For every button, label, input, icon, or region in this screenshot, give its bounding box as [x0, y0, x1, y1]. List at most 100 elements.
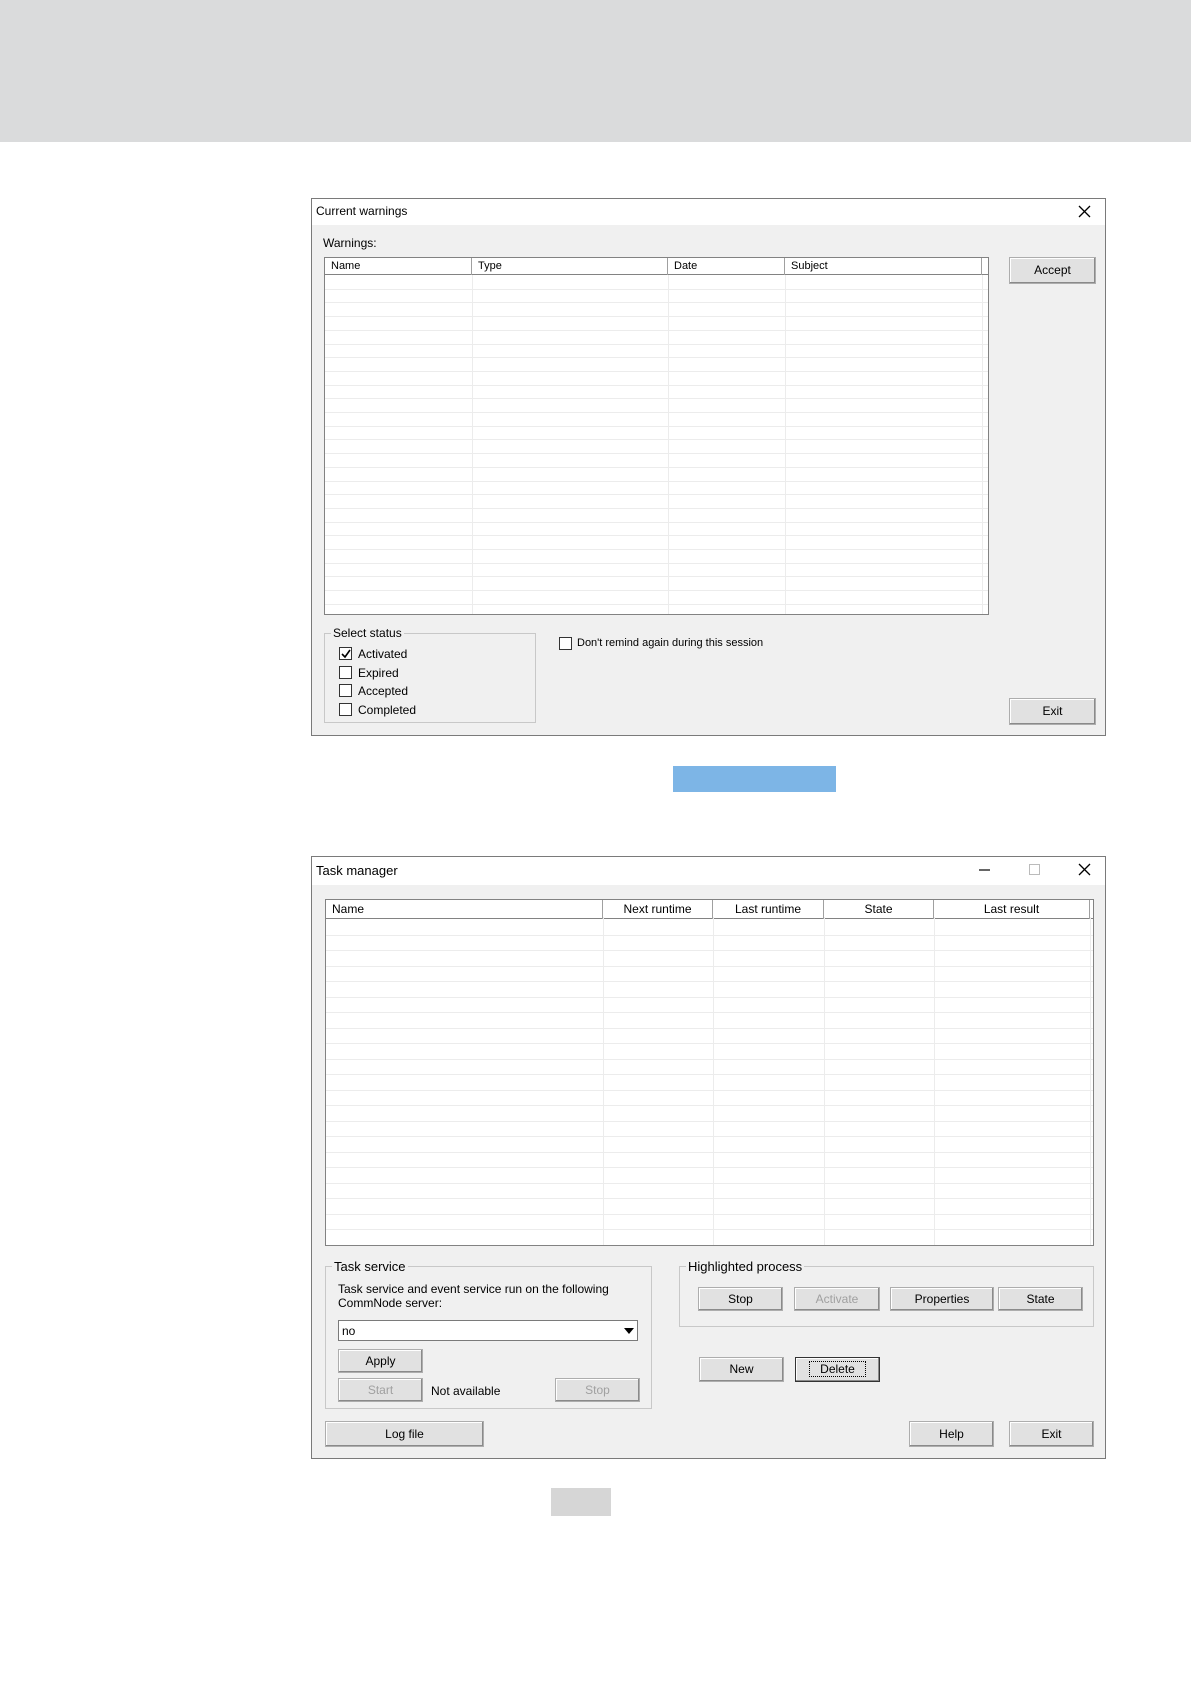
properties-button[interactable]: Properties: [890, 1287, 994, 1311]
warnings-table-header: Name Type Date Subject: [325, 258, 988, 275]
grid-row-line: [325, 384, 988, 386]
activated-label: Activated: [358, 647, 408, 661]
dont-remind-label: Don't remind again during this session: [577, 637, 764, 649]
grid-row-line: [325, 343, 988, 345]
task-exit-button[interactable]: Exit: [1009, 1421, 1094, 1447]
help-button[interactable]: Help: [909, 1421, 994, 1447]
grid-row-line: [325, 288, 988, 290]
grid-row-line: [325, 370, 988, 372]
grid-row-line: [325, 549, 988, 550]
log-file-button-label: Log file: [385, 1427, 424, 1441]
checkmark-icon: [341, 649, 351, 659]
minimize-button[interactable]: [965, 857, 1005, 883]
warnings-exit-button[interactable]: Exit: [1009, 698, 1096, 725]
commnode-server-value: no: [342, 1324, 356, 1338]
activated-checkbox[interactable]: [339, 647, 352, 660]
grid-column-line: [603, 917, 604, 1245]
service-stop-button[interactable]: Stop: [555, 1378, 640, 1402]
service-stop-button-label: Stop: [585, 1383, 610, 1397]
task-title-bar: Task manager: [312, 857, 1105, 885]
close-icon: [1078, 205, 1091, 218]
grid-row-line: [325, 494, 988, 496]
highlighted-process-group: Highlighted process Stop Activate Proper…: [679, 1259, 1094, 1327]
warnings-table[interactable]: Name Type Date Subject: [324, 257, 989, 615]
grid-row-line: [326, 996, 1093, 998]
page-header-band: [0, 0, 1191, 142]
process-stop-button[interactable]: Stop: [698, 1287, 783, 1311]
column-header-next-runtime[interactable]: Next runtime: [603, 900, 713, 919]
warnings-exit-label: Exit: [1042, 704, 1063, 718]
accept-button-label: Accept: [1034, 263, 1071, 277]
expired-checkbox[interactable]: [339, 666, 352, 679]
grid-row-line: [325, 453, 988, 455]
grid-row-line: [325, 603, 988, 605]
accept-button[interactable]: Accept: [1009, 257, 1096, 284]
tasks-table-header: Name Next runtime Last runtime State Las…: [326, 900, 1093, 919]
grid-row-line: [325, 302, 988, 304]
grid-row-line: [326, 965, 1093, 967]
task-service-group: Task service Task service and event serv…: [325, 1259, 652, 1409]
accepted-checkbox[interactable]: [339, 684, 352, 697]
grid-row-line: [325, 357, 988, 359]
grid-column-line: [785, 275, 786, 614]
task-exit-button-label: Exit: [1041, 1427, 1062, 1441]
apply-button-label: Apply: [365, 1354, 396, 1368]
warnings-label: Warnings:: [323, 236, 377, 250]
delete-button[interactable]: Delete: [795, 1357, 880, 1382]
column-header-name[interactable]: Name: [325, 258, 472, 275]
activate-button[interactable]: Activate: [794, 1287, 880, 1311]
help-button-label: Help: [939, 1427, 964, 1441]
commnode-server-select[interactable]: no: [338, 1320, 638, 1341]
grid-row-line: [325, 535, 988, 537]
minimize-icon: [979, 869, 990, 871]
caption-highlight-marker: [673, 766, 836, 792]
state-button[interactable]: State: [998, 1287, 1083, 1311]
grid-row-line: [326, 1043, 1093, 1044]
tasks-table[interactable]: Name Next runtime Last runtime State Las…: [325, 899, 1094, 1246]
grid-row-line: [326, 1105, 1093, 1106]
grid-column-line: [824, 917, 825, 1245]
grid-row-line: [325, 329, 988, 331]
grid-row-line: [326, 1074, 1093, 1075]
grid-row-line: [325, 590, 988, 592]
grid-row-line: [326, 1012, 1093, 1013]
grid-row-line: [326, 950, 1093, 951]
grid-row-line: [325, 425, 988, 427]
grid-row-line: [326, 934, 1093, 936]
warnings-close-button[interactable]: [1065, 199, 1105, 225]
grid-column-line: [982, 275, 983, 614]
task-window-title: Task manager: [316, 863, 398, 878]
grid-row-line: [325, 507, 988, 509]
maximize-button[interactable]: [1015, 857, 1055, 883]
task-service-title: Task service: [332, 1259, 408, 1274]
column-header-date[interactable]: Date: [668, 258, 785, 275]
column-header-last-runtime[interactable]: Last runtime: [713, 900, 824, 919]
dont-remind-checkbox[interactable]: [559, 637, 572, 650]
grid-row-line: [325, 439, 988, 441]
warnings-window-title: Current warnings: [316, 204, 408, 218]
new-button-label: New: [729, 1362, 754, 1376]
grid-row-line: [326, 1120, 1093, 1122]
grid-row-line: [326, 1167, 1093, 1168]
start-button[interactable]: Start: [338, 1378, 423, 1402]
apply-button[interactable]: Apply: [338, 1349, 423, 1373]
column-header-state[interactable]: State: [824, 900, 934, 919]
new-button[interactable]: New: [699, 1357, 784, 1382]
grid-row-line: [326, 1058, 1093, 1060]
task-manager-window: Task manager Name Next runtime Last runt…: [311, 856, 1106, 1459]
column-header-name[interactable]: Name: [326, 900, 603, 919]
log-file-button[interactable]: Log file: [325, 1421, 484, 1447]
grid-column-line: [472, 275, 473, 614]
column-header-type[interactable]: Type: [472, 258, 668, 275]
column-header-subject[interactable]: Subject: [785, 258, 982, 275]
column-header-last-result[interactable]: Last result: [934, 900, 1090, 919]
grid-row-line: [326, 981, 1093, 982]
current-warnings-window: Current warnings Warnings: Name Type Dat…: [311, 198, 1106, 736]
task-service-description: Task service and event service run on th…: [338, 1282, 609, 1310]
grid-row-line: [326, 1198, 1093, 1199]
select-status-title: Select status: [331, 626, 404, 640]
process-stop-label: Stop: [728, 1292, 753, 1306]
task-close-button[interactable]: [1065, 857, 1105, 883]
completed-checkbox[interactable]: [339, 703, 352, 716]
grid-row-line: [326, 1151, 1093, 1153]
